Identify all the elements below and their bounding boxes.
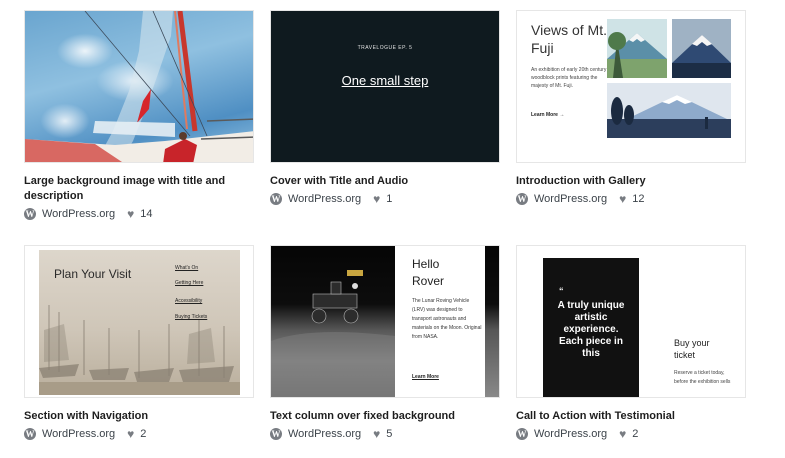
cta-heading: Buy your ticket — [674, 338, 710, 360]
sailboat-watercolor-image — [25, 11, 253, 162]
fuji-print-image — [672, 19, 731, 78]
nav-link: Getting Here — [175, 280, 204, 286]
rover-heading: Hello Rover — [412, 257, 445, 288]
like-count: 2 — [140, 428, 147, 440]
text-column: Hello Rover The Lunar Roving Vehicle (LR… — [395, 246, 487, 397]
quote-mark: “ — [559, 286, 564, 296]
author-link[interactable]: WordPress.org — [42, 428, 115, 440]
wordpress-logo-icon: W — [270, 428, 282, 440]
like-count: 14 — [140, 208, 153, 220]
pattern-meta: W WordPress.org ♥ 2 — [516, 427, 638, 441]
fuji-print-image — [607, 83, 731, 138]
pattern-title[interactable]: Large background image with title and de… — [24, 174, 254, 204]
pattern-preview[interactable]: “ A truly unique artistic experience. Ea… — [516, 245, 746, 398]
cta-description: Reserve a ticket today, before the exhib… — [674, 370, 731, 385]
heart-icon[interactable]: ♥ — [127, 208, 134, 220]
wordpress-logo-icon: W — [270, 193, 282, 205]
like-count: 1 — [386, 193, 393, 205]
pattern-preview[interactable]: Plan Your Visit What's On Getting Here A… — [24, 245, 254, 398]
pattern-preview[interactable]: Views of Mt. Fuji An exhibition of early… — [516, 10, 746, 163]
wordpress-logo-icon: W — [24, 208, 36, 220]
visit-heading: Plan Your Visit — [54, 267, 132, 281]
ships-etching-image: Plan Your Visit What's On Getting Here A… — [39, 250, 240, 395]
heart-icon[interactable]: ♥ — [619, 428, 626, 440]
nav-link: Accessibility — [175, 298, 203, 304]
heart-icon[interactable]: ♥ — [373, 428, 380, 440]
author-link[interactable]: WordPress.org — [288, 428, 361, 440]
wordpress-logo-icon: W — [516, 193, 528, 205]
learn-more-link: Learn More → — [531, 112, 565, 118]
pattern-meta: W WordPress.org ♥ 2 — [24, 427, 146, 441]
pattern-meta: W WordPress.org ♥ 5 — [270, 427, 392, 441]
cover-eyebrow: TRAVELOGUE EP. 5 — [357, 45, 413, 51]
pattern-meta: W WordPress.org ♥ 12 — [516, 192, 645, 206]
heart-icon[interactable]: ♥ — [619, 193, 626, 205]
learn-more-link: Learn More — [412, 374, 439, 380]
lunar-rover-image — [271, 246, 395, 397]
fuji-print-image — [607, 19, 667, 78]
pattern-meta: W WordPress.org ♥ 1 — [270, 192, 392, 206]
cover-heading: One small step — [341, 73, 429, 88]
pattern-meta: W WordPress.org ♥ 14 — [24, 207, 153, 221]
wordpress-logo-icon: W — [24, 428, 36, 440]
pattern-title[interactable]: Section with Navigation — [24, 409, 254, 424]
pattern-preview[interactable]: TRAVELOGUE EP. 5 One small step — [270, 10, 500, 163]
testimonial-quote: A truly unique artistic experience. Each… — [557, 300, 625, 359]
author-link[interactable]: WordPress.org — [42, 208, 115, 220]
pattern-title[interactable]: Call to Action with Testimonial — [516, 409, 746, 424]
author-link[interactable]: WordPress.org — [534, 428, 607, 440]
nav-link: Buying Tickets — [175, 314, 208, 320]
pattern-title[interactable]: Introduction with Gallery — [516, 174, 746, 189]
author-link[interactable]: WordPress.org — [534, 193, 607, 205]
pattern-preview[interactable] — [24, 10, 254, 163]
like-count: 2 — [632, 428, 639, 440]
pattern-title[interactable]: Cover with Title and Audio — [270, 174, 500, 189]
nav-link: What's On — [175, 265, 199, 271]
testimonial-panel: “ A truly unique artistic experience. Ea… — [543, 258, 639, 397]
pattern-title[interactable]: Text column over fixed background — [270, 409, 500, 424]
author-link[interactable]: WordPress.org — [288, 193, 361, 205]
lunar-surface-image — [485, 246, 499, 397]
like-count: 5 — [386, 428, 393, 440]
like-count: 12 — [632, 193, 645, 205]
pattern-preview[interactable]: Hello Rover The Lunar Roving Vehicle (LR… — [270, 245, 500, 398]
gallery-description: An exhibition of early 20th century wood… — [531, 67, 607, 89]
rover-description: The Lunar Roving Vehicle (LRV) was desig… — [412, 298, 482, 340]
heart-icon[interactable]: ♥ — [127, 428, 134, 440]
wordpress-logo-icon: W — [516, 428, 528, 440]
heart-icon[interactable]: ♥ — [373, 193, 380, 205]
gallery-heading: Views of Mt. Fuji — [531, 22, 607, 56]
